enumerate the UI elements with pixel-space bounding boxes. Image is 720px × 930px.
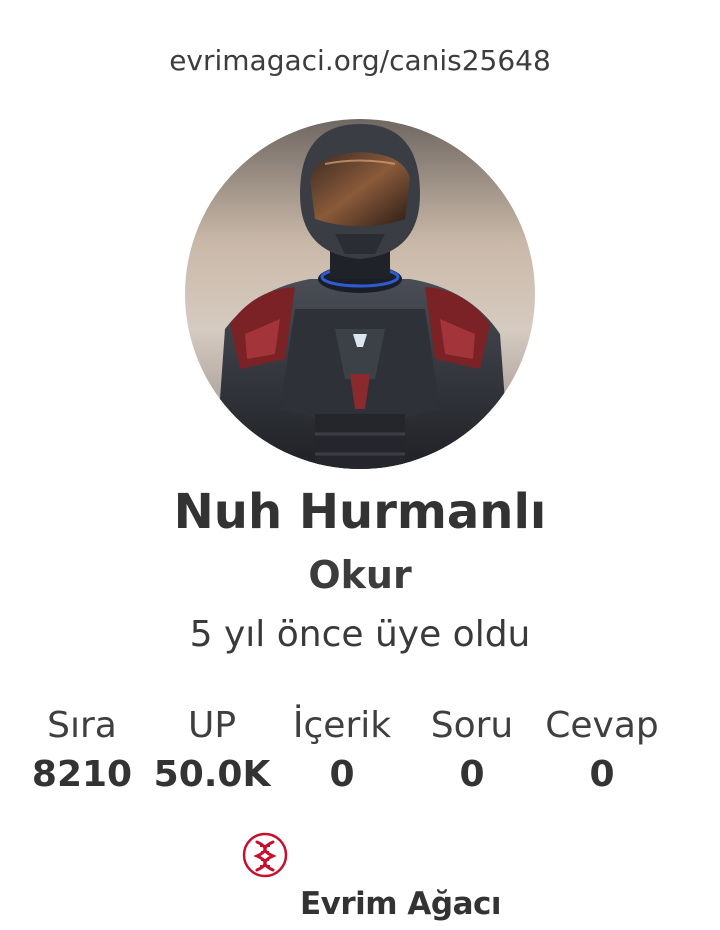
- brand-name[interactable]: Evrim Ağacı: [300, 886, 502, 922]
- profile-url[interactable]: evrimagaci.org/canis25648: [0, 44, 720, 77]
- dna-icon: [242, 832, 288, 878]
- profile-name: Nuh Hurmanlı: [173, 484, 547, 540]
- profile-role: Okur: [308, 553, 412, 597]
- stat-label: İçerik: [292, 705, 392, 746]
- stats-row: Sıra 8210 UP 50.0K İçerik 0 Soru 0 Cevap…: [17, 704, 667, 804]
- stat-rank: Sıra 8210: [17, 704, 147, 802]
- profile-joined: 5 yıl önce üye oldu: [189, 614, 531, 655]
- stat-value: 50.0K: [153, 754, 271, 795]
- stat-label: Soru: [430, 705, 514, 746]
- stat-value: 0: [329, 754, 355, 795]
- stat-content: İçerik 0: [277, 704, 407, 802]
- armored-figure-image: [185, 119, 535, 469]
- stat-label: Cevap: [545, 705, 659, 746]
- stat-value: 0: [459, 754, 485, 795]
- avatar: [185, 119, 535, 469]
- stat-value: 0: [589, 754, 615, 795]
- stat-questions: Soru 0: [407, 704, 537, 802]
- stat-label: UP: [187, 705, 237, 746]
- stat-up: UP 50.0K: [147, 704, 277, 802]
- stat-value: 8210: [31, 754, 133, 795]
- stat-label: Sıra: [47, 705, 117, 746]
- stat-answers: Cevap 0: [537, 704, 667, 802]
